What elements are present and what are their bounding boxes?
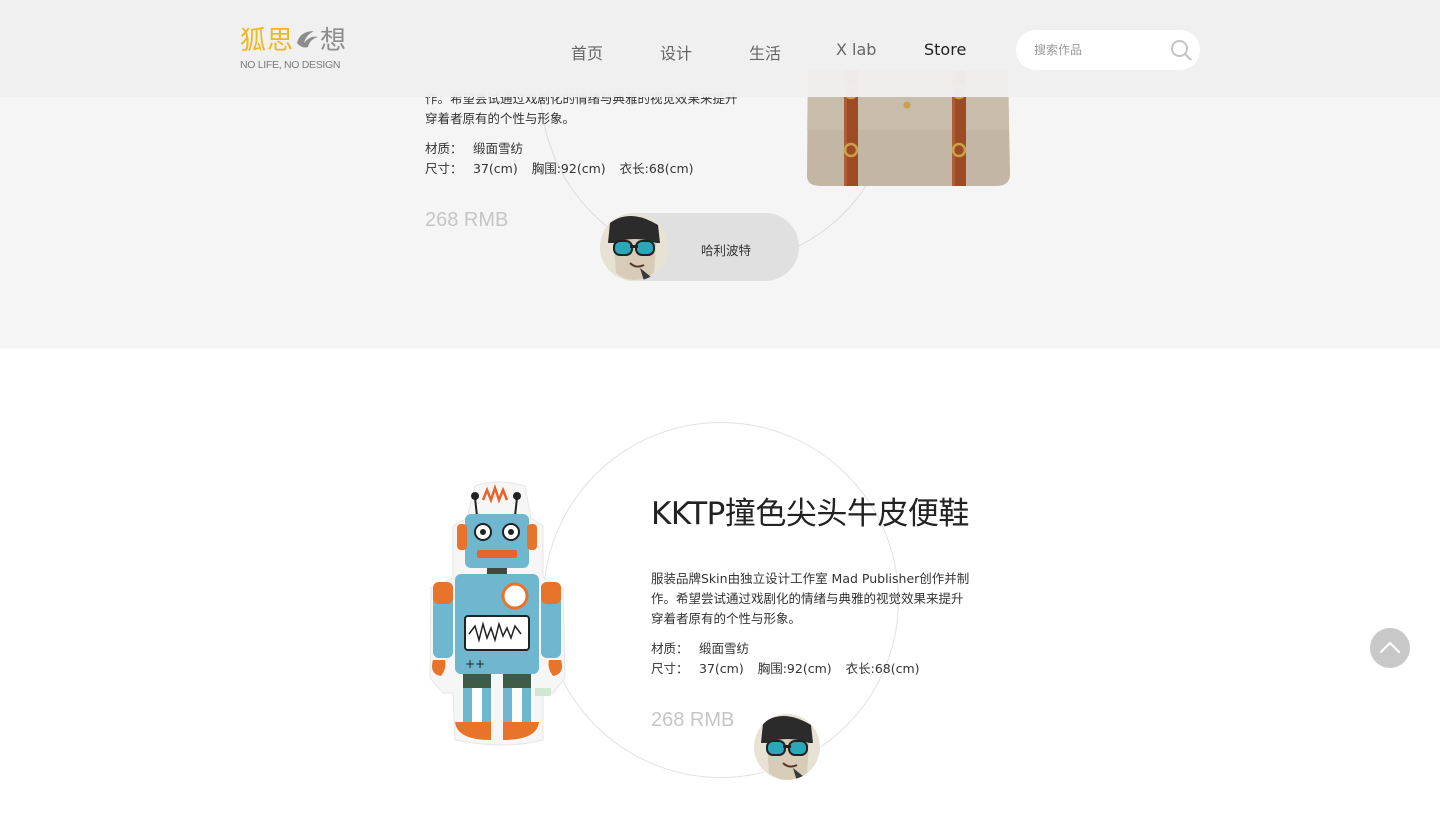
chest-value: 胸围:92(cm) <box>757 661 832 676</box>
product-description: 服装品牌Skin由独立设计工作室 Mad Publisher创作并制作。希望尝试… <box>651 571 970 626</box>
logo-text-grey: 想 <box>320 26 348 56</box>
length-value: 衣长:68(cm) <box>619 161 694 176</box>
chevron-up-icon <box>1379 641 1401 654</box>
material-row: 材质： 缎面雪纺 <box>425 139 708 159</box>
material-row: 材质： 缎面雪纺 <box>651 639 934 659</box>
product-specs: 材质： 缎面雪纺 尺寸： 37(cm) 胸围:92(cm) 衣长:68(cm) <box>425 139 708 179</box>
logo-text-yellow: 狐思 <box>240 26 295 56</box>
site-header: 狐思想 NO LIFE, NO DESIGN 首页 设计 生活 X lab St… <box>0 0 1440 97</box>
product-price: 268 RMB <box>651 709 735 731</box>
author-badge[interactable]: 哈利波特 <box>600 213 799 281</box>
nav-design[interactable]: 设计 <box>660 40 692 64</box>
size-label: 尺寸： <box>425 161 463 176</box>
logo-swirl-icon <box>297 31 319 48</box>
logo-tagline: NO LIFE, NO DESIGN <box>240 59 341 71</box>
avatar <box>600 213 668 281</box>
length-value: 衣长:68(cm) <box>845 661 920 676</box>
material-label: 材质： <box>651 641 689 656</box>
author-name: 哈利波特 <box>701 243 752 258</box>
logo-wordmark: 狐思想 <box>240 26 347 56</box>
product-title[interactable]: KKTP撞色尖头牛皮便鞋 <box>651 488 969 533</box>
nav-store[interactable]: Store <box>924 40 966 59</box>
back-to-top-button[interactable] <box>1370 628 1410 668</box>
size-row: 尺寸： 37(cm) 胸围:92(cm) 衣长:68(cm) <box>425 159 708 179</box>
logo[interactable]: 狐思想 NO LIFE, NO DESIGN <box>240 26 350 76</box>
product-specs: 材质： 缎面雪纺 尺寸： 37(cm) 胸围:92(cm) 衣长:68(cm) <box>651 639 934 679</box>
svg-text:++: ++ <box>465 657 485 671</box>
search-input[interactable] <box>1034 40 1164 60</box>
product-price: 268 RMB <box>425 209 509 231</box>
nav-home[interactable]: 首页 <box>571 40 603 64</box>
material-value: 缎面雪纺 <box>473 141 524 156</box>
nav-xlab[interactable]: X lab <box>836 40 876 59</box>
material-label: 材质： <box>425 141 463 156</box>
robot-pillow-image[interactable]: ++ <box>425 478 570 748</box>
nav-life[interactable]: 生活 <box>749 40 781 64</box>
size-value: 37(cm) <box>473 161 518 176</box>
size-value: 37(cm) <box>699 661 744 676</box>
chest-value: 胸围:92(cm) <box>531 161 606 176</box>
material-value: 缎面雪纺 <box>699 641 750 656</box>
size-label: 尺寸： <box>651 661 689 676</box>
search-icon[interactable] <box>1170 39 1192 61</box>
avatar[interactable] <box>753 713 821 781</box>
size-row: 尺寸： 37(cm) 胸围:92(cm) 衣长:68(cm) <box>651 659 934 679</box>
